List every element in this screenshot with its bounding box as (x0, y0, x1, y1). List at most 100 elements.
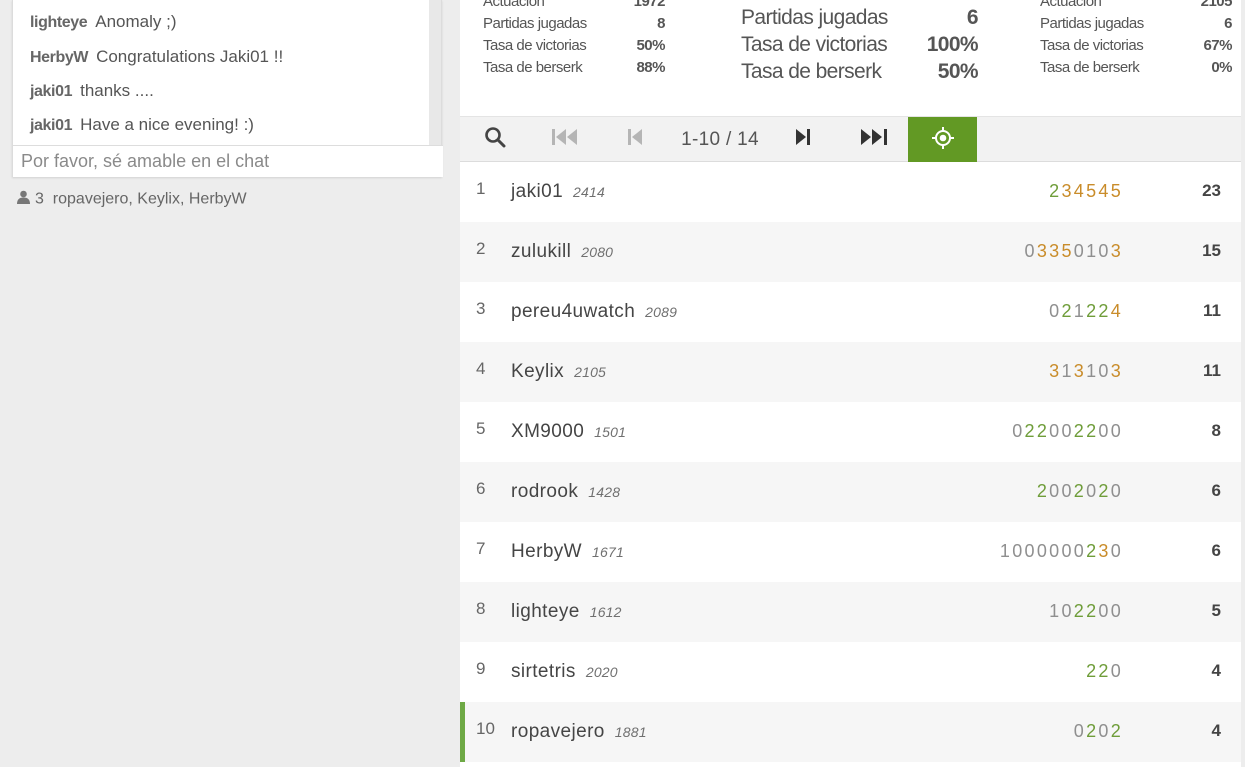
stat-value: 50% (636, 37, 665, 54)
score-digit: 0 (1098, 361, 1111, 381)
stat-row: Tasa de berserk 50% (741, 60, 979, 87)
chat-message: HerbyW Congratulations Jaki01 !! (30, 47, 283, 67)
stat-row: Actuación 2105 (1040, 0, 1233, 15)
chat-message-user[interactable]: jaki01 (30, 117, 72, 134)
player-name[interactable]: jaki01 2414 (511, 181, 605, 203)
score-digit: 0 (1061, 481, 1074, 501)
total-score: 6 (1211, 481, 1221, 500)
chat-input[interactable]: Por favor, sé amable en el chat (13, 145, 443, 177)
player-name[interactable]: pereu4uwatch 2089 (511, 301, 677, 323)
score-digit: 3 (1110, 241, 1123, 261)
score-digit: 2 (1073, 421, 1087, 441)
chat-message-text: Congratulations Jaki01 !! (96, 47, 284, 66)
rank: 8 (476, 599, 486, 618)
next-page-button[interactable] (784, 117, 822, 162)
total-score: 11 (1203, 301, 1221, 320)
chat-message-user[interactable]: jaki01 (30, 83, 72, 100)
score-digit: 0 (1098, 421, 1111, 441)
rank: 2 (476, 239, 486, 258)
chat-message: lighteye Anomaly ;) (30, 12, 177, 32)
stat-value: 50% (937, 60, 979, 83)
total-score: 4 (1211, 721, 1221, 740)
score-digit: 3 (1061, 181, 1074, 201)
score-digit: 1 (1073, 301, 1087, 321)
player-rating: 1881 (614, 724, 647, 740)
total-score: 5 (1211, 601, 1221, 620)
standings-row[interactable]: 7 HerbyW 1671 1000000230 6 (460, 522, 1241, 582)
player-username[interactable]: HerbyW (511, 541, 582, 562)
player-username[interactable]: Keylix (511, 361, 564, 382)
score-digit: 0 (1110, 661, 1123, 681)
player-username[interactable]: sirtetris (511, 661, 576, 682)
player-name[interactable]: Keylix 2105 (511, 361, 606, 383)
player-username[interactable]: lighteye (511, 601, 580, 622)
rank: 9 (476, 659, 486, 678)
locate-me-button[interactable] (908, 117, 977, 163)
score-digit: 4 (1110, 301, 1123, 321)
player-name[interactable]: zulukill 2080 (511, 241, 613, 263)
score-digit: 1 (1049, 601, 1062, 621)
standings-row[interactable]: 9 sirtetris 2020 220 4 (460, 642, 1241, 702)
score-digit: 1 (999, 541, 1013, 561)
standings-row[interactable]: 3 pereu4uwatch 2089 021224 11 (460, 282, 1241, 342)
score-sheet: 03350103 (1025, 241, 1124, 262)
stats-left: Actuación 1972 Partidas jugadas 8 Tasa de … (483, 0, 666, 103)
stats-right: Actuación 2105 Partidas jugadas 6 Tasa de … (1040, 0, 1233, 103)
score-digit: 0 (1024, 241, 1037, 261)
player-name[interactable]: XM9000 1501 (511, 421, 626, 443)
standings-row[interactable]: 4 Keylix 2105 313103 11 (460, 342, 1241, 402)
standings-row[interactable]: 5 XM9000 1501 022002200 8 (460, 402, 1241, 462)
last-page-button[interactable] (850, 117, 898, 162)
score-digit: 2 (1098, 661, 1111, 681)
score-digit: 2 (1073, 481, 1087, 501)
score-digit: 2 (1073, 601, 1087, 621)
score-digit: 0 (1012, 541, 1025, 561)
stat-label: Tasa de victorias (741, 33, 888, 56)
standings-row[interactable]: 8 lighteye 1612 102200 5 (460, 582, 1241, 642)
score-digit: 4 (1098, 181, 1111, 201)
player-username[interactable]: ropavejero (511, 721, 605, 742)
player-username[interactable]: pereu4uwatch (511, 301, 635, 322)
player-name[interactable]: HerbyW 1671 (511, 541, 624, 563)
first-page-button[interactable] (542, 117, 588, 162)
score-digit: 2 (1086, 421, 1099, 441)
score-digit: 1 (1061, 361, 1074, 381)
chat-scrollbar[interactable] (429, 0, 441, 145)
chat-message: jaki01 Have a nice evening! :) (30, 115, 254, 135)
standings-row[interactable]: 6 rodrook 1428 2002020 6 (460, 462, 1241, 522)
player-name[interactable]: rodrook 1428 (511, 481, 620, 503)
standings-row[interactable]: 1 jaki01 2414 234545 23 (460, 162, 1241, 222)
stats-middle: Partidas jugadas 6 Tasa de victorias 100% … (741, 6, 979, 96)
score-digit: 2 (1098, 481, 1111, 501)
standings-row[interactable]: 2 zulukill 2080 03350103 15 (460, 222, 1241, 282)
pager-bar: 1-10 / 14 (460, 116, 1241, 163)
prev-page-button[interactable] (616, 117, 654, 162)
score-digit: 2 (1110, 721, 1123, 741)
player-username[interactable]: rodrook (511, 481, 578, 502)
player-username[interactable]: jaki01 (511, 181, 563, 202)
tournament-panel: Actuación 1972 Partidas jugadas 8 Tasa de … (460, 0, 1241, 767)
stat-label: Partidas jugadas (483, 15, 587, 32)
search-button[interactable] (474, 117, 516, 162)
score-digit: 3 (1049, 361, 1062, 381)
score-digit: 5 (1110, 181, 1123, 201)
chat-message-user[interactable]: HerbyW (30, 49, 88, 66)
stat-row: Tasa de victorias 100% (741, 33, 979, 60)
total-score: 6 (1211, 541, 1221, 560)
player-name[interactable]: ropavejero 1881 (511, 721, 647, 743)
player-name[interactable]: sirtetris 2020 (511, 661, 618, 683)
score-digit: 2 (1036, 421, 1050, 441)
spectators: 3 ropavejero, Keylix, HerbyW (16, 190, 247, 209)
score-digit: 2 (1086, 541, 1099, 561)
player-username[interactable]: zulukill (511, 241, 571, 262)
score-digit: 0 (1086, 481, 1099, 501)
stat-label: Actuación (1040, 0, 1102, 10)
standings-row-current-user[interactable]: 10 ropavejero 1881 0202 4 (460, 702, 1241, 762)
chat-message-user[interactable]: lighteye (30, 14, 88, 31)
player-username[interactable]: XM9000 (511, 421, 584, 442)
score-digit: 0 (1110, 421, 1123, 441)
player-name[interactable]: lighteye 1612 (511, 601, 622, 623)
score-digit: 0 (1061, 541, 1074, 561)
stat-value: 1972 (633, 0, 666, 10)
next-page-icon (795, 128, 811, 151)
